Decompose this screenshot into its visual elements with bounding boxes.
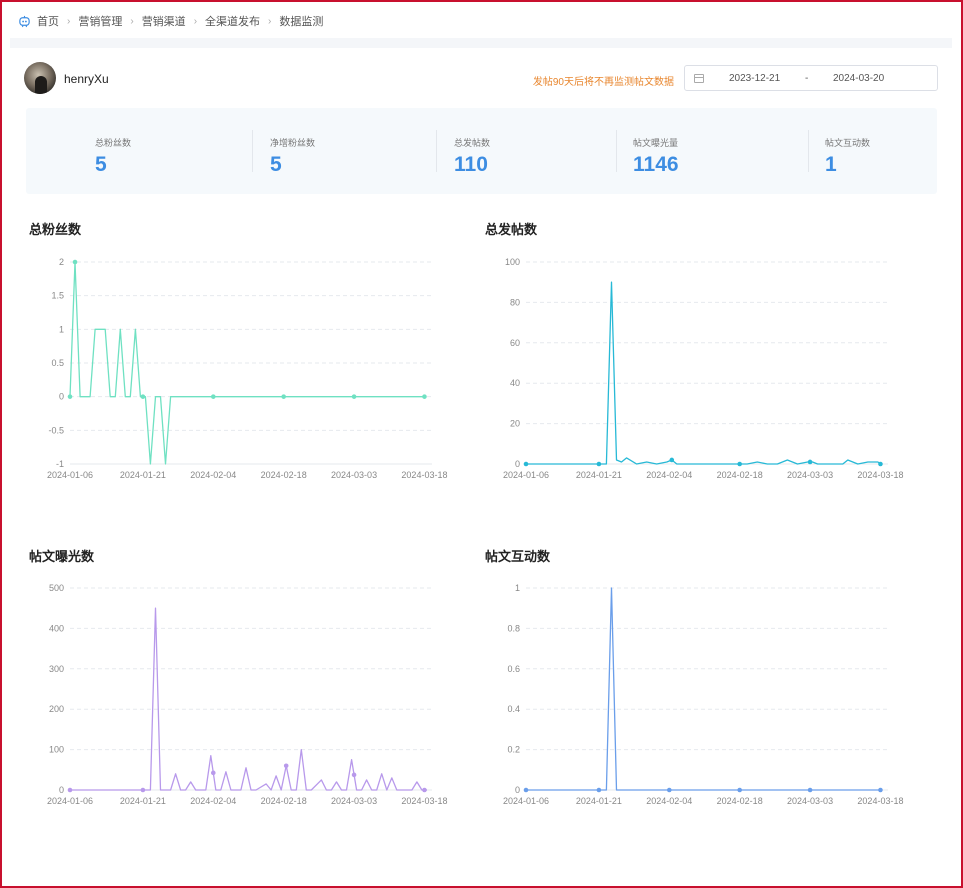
data-point <box>140 787 146 793</box>
x-tick-label: 2024-02-04 <box>646 470 692 480</box>
x-tick-label: 2024-03-18 <box>401 470 447 480</box>
y-tick-label: 100 <box>505 257 520 267</box>
data-point <box>210 770 216 776</box>
chart-total-fans[interactable]: -1 -0.5 0 0.5 1 1.5 2 2024-01-06 2024-01-21 2024-… <box>0 0 963 888</box>
series-line <box>526 587 881 791</box>
data-point <box>807 787 813 793</box>
x-tick-label: 2024-01-21 <box>576 796 622 806</box>
series-line <box>70 607 427 791</box>
y-tick-label: 1.5 <box>51 291 64 301</box>
data-point <box>666 787 672 793</box>
x-tick-label: 2024-01-21 <box>120 470 166 480</box>
x-tick-label: 2024-01-06 <box>503 796 549 806</box>
y-tick-label: 40 <box>510 378 520 388</box>
plot-interactions: 0 0.2 0.4 0.6 0.8 1 2024-01-06 2024-01-21 2024-0… <box>503 583 904 806</box>
data-point <box>737 461 742 467</box>
series-line <box>526 281 881 465</box>
y-tick-label: 0 <box>515 785 520 795</box>
x-tick-label: 2024-02-04 <box>646 796 692 806</box>
plot-fans: -1 -0.5 0 0.5 1 1.5 2 2024-01-06 2024-01-21 2024-… <box>47 257 448 480</box>
y-tick-label: 0.6 <box>507 664 520 674</box>
x-tick-label: 2024-01-06 <box>47 470 93 480</box>
data-point <box>878 461 883 467</box>
x-tick-label: 2024-03-03 <box>787 796 833 806</box>
y-tick-label: 0 <box>515 459 520 469</box>
data-point <box>596 787 602 793</box>
x-tick-label: 2024-02-04 <box>190 796 236 806</box>
data-point <box>281 394 286 399</box>
y-tick-label: 80 <box>510 297 520 307</box>
plot-exposure: 0 100 200 300 400 500 2024-01-06 2024-01-21 2024… <box>47 583 448 806</box>
x-tick-label: 2024-01-21 <box>576 470 622 480</box>
x-tick-label: 2024-03-18 <box>857 470 903 480</box>
y-tick-label: 0 <box>59 785 64 795</box>
data-point <box>737 787 742 793</box>
x-tick-label: 2024-03-03 <box>787 470 833 480</box>
x-tick-label: 2024-03-03 <box>331 470 377 480</box>
y-tick-label: 400 <box>49 623 64 633</box>
x-tick-label: 2024-03-18 <box>857 796 903 806</box>
x-tick-label: 2024-02-18 <box>261 470 307 480</box>
data-point <box>210 394 216 399</box>
y-tick-label: 0.2 <box>507 745 520 755</box>
y-tick-label: 0 <box>59 392 64 402</box>
data-point <box>807 459 813 465</box>
x-tick-label: 2024-02-18 <box>717 796 763 806</box>
x-tick-label: 2024-02-04 <box>190 470 236 480</box>
x-tick-label: 2024-01-06 <box>47 796 93 806</box>
data-point <box>596 461 602 467</box>
y-tick-label: 60 <box>510 338 520 348</box>
data-point <box>669 457 675 463</box>
y-tick-label: 2 <box>59 257 64 267</box>
data-point <box>523 787 529 793</box>
x-tick-label: 2024-03-18 <box>401 796 447 806</box>
plot-posts: 0 20 40 60 80 100 2024-01-06 2024-01-21 2024-02-… <box>503 257 904 480</box>
data-point <box>67 787 73 793</box>
y-tick-label: 100 <box>49 745 64 755</box>
y-tick-label: 300 <box>49 664 64 674</box>
y-tick-label: -1 <box>56 459 64 469</box>
y-tick-label: 1 <box>515 583 520 593</box>
data-point <box>523 461 529 467</box>
data-point <box>878 787 883 793</box>
data-point <box>67 394 73 399</box>
y-tick-label: 0.5 <box>51 358 64 368</box>
y-tick-label: 0.4 <box>507 704 520 714</box>
y-tick-label: 0.8 <box>507 623 520 633</box>
x-tick-label: 2024-03-03 <box>331 796 377 806</box>
x-tick-label: 2024-02-18 <box>717 470 763 480</box>
y-tick-label: -0.5 <box>48 425 64 435</box>
y-tick-label: 20 <box>510 419 520 429</box>
data-point <box>351 772 357 778</box>
x-tick-label: 2024-01-06 <box>503 470 549 480</box>
data-point <box>422 787 427 793</box>
y-tick-label: 200 <box>49 704 64 714</box>
x-tick-label: 2024-02-18 <box>261 796 307 806</box>
data-point <box>72 259 78 265</box>
data-point <box>422 394 427 399</box>
data-point <box>140 394 146 399</box>
y-tick-label: 500 <box>49 583 64 593</box>
data-point <box>283 763 289 769</box>
x-tick-label: 2024-01-21 <box>120 796 166 806</box>
data-point <box>351 394 357 399</box>
y-tick-label: 1 <box>59 324 64 334</box>
